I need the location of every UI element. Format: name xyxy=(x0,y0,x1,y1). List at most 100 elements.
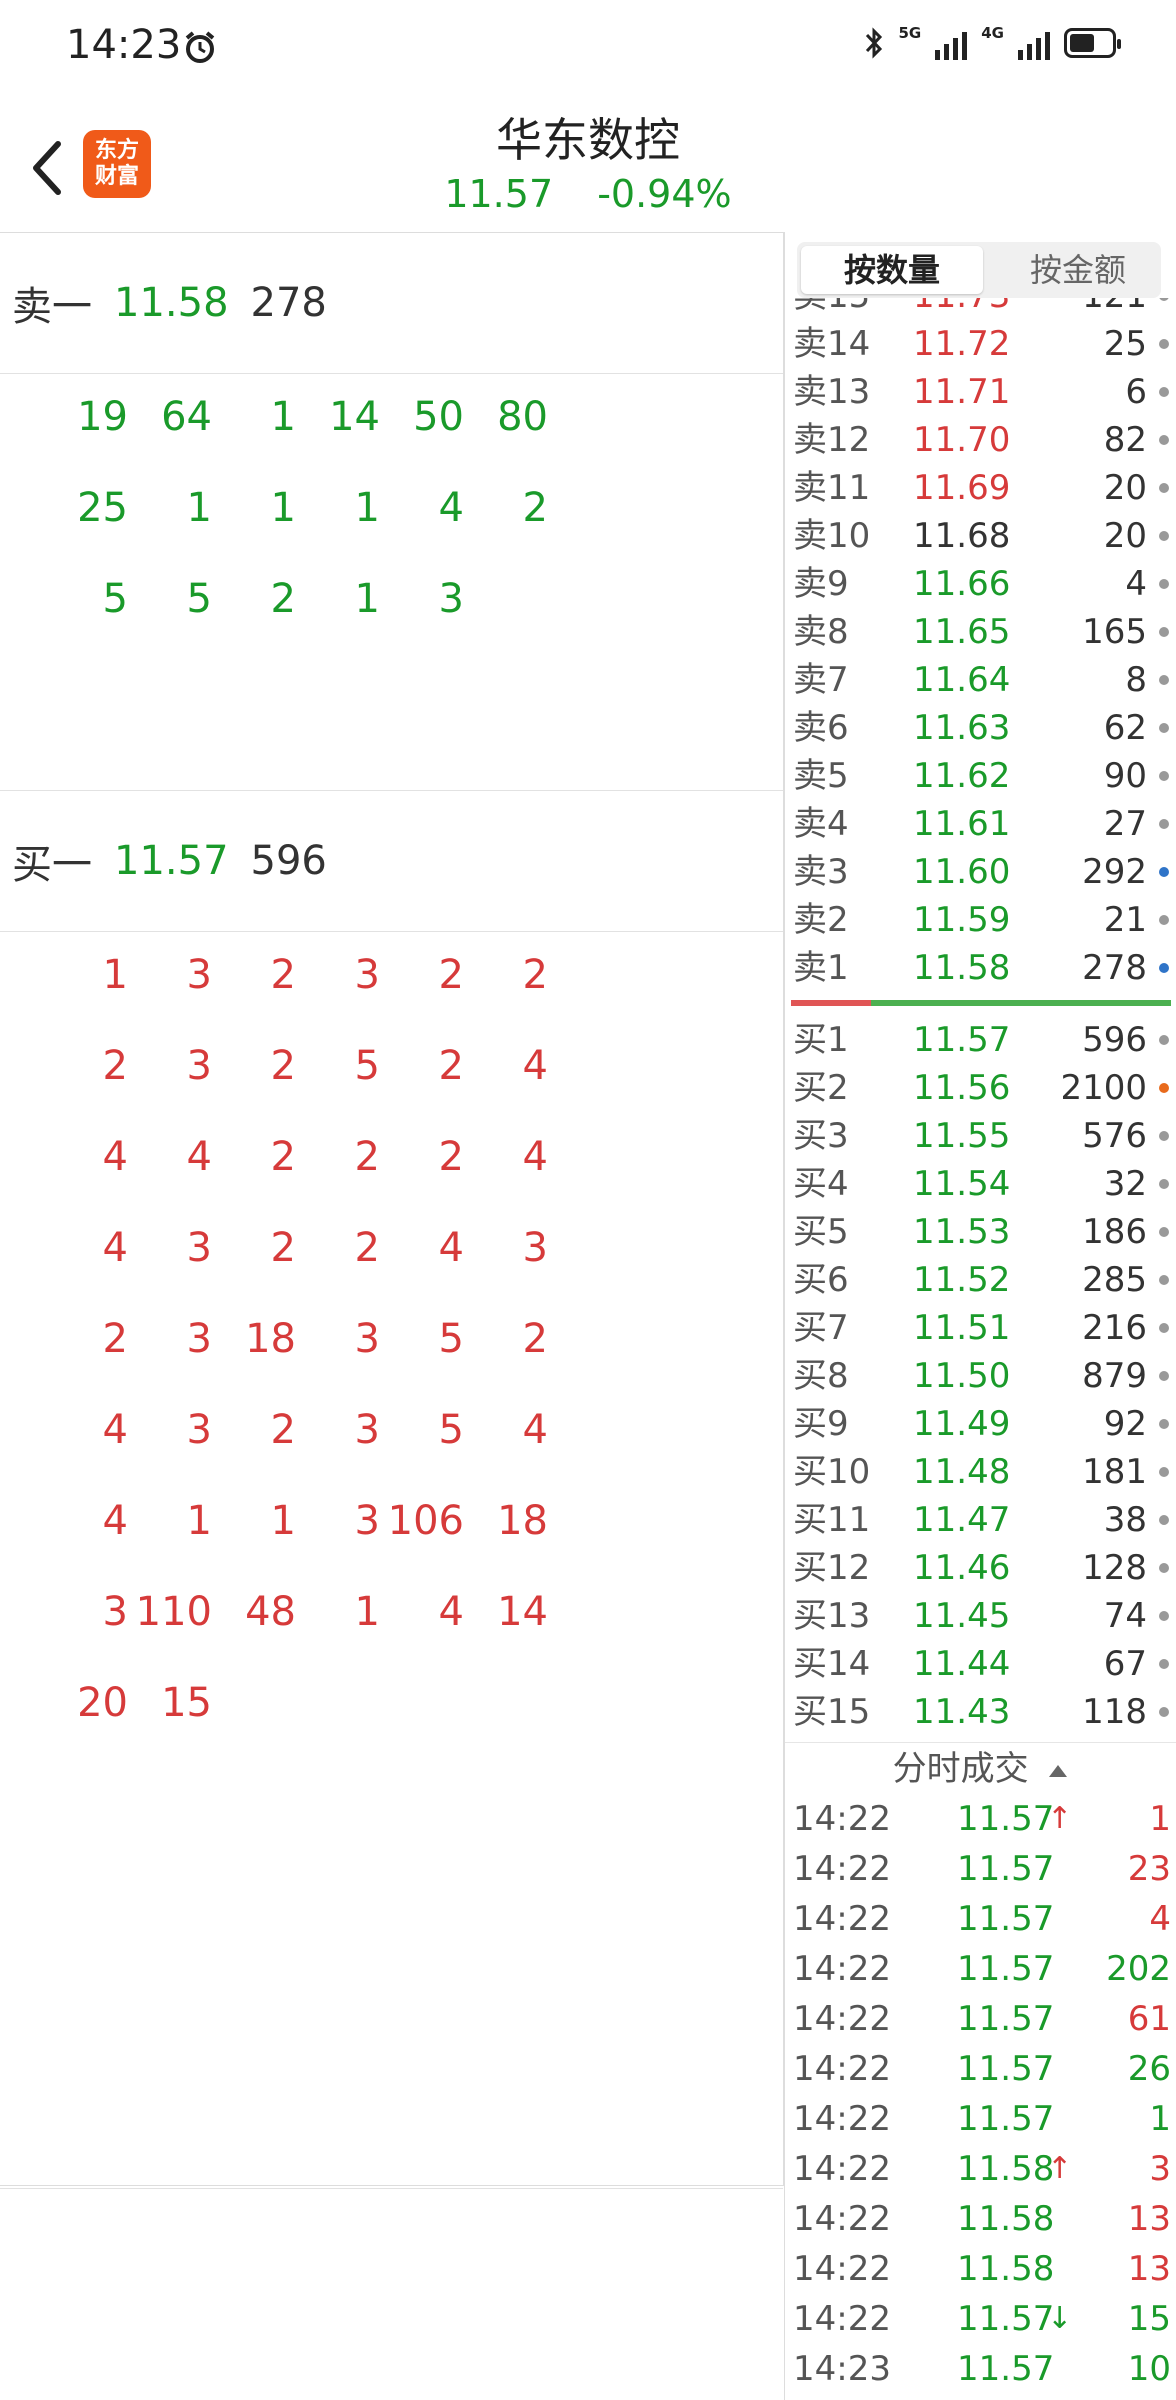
tick-price: 11.57 xyxy=(957,1949,1055,1989)
ask-row[interactable]: 卖10 11.68 20 xyxy=(785,512,1176,560)
ask-row[interactable]: 卖12 11.70 82 xyxy=(785,416,1176,464)
bid-row[interactable]: 买6 11.52 285 xyxy=(785,1256,1176,1304)
level-volume: 90 xyxy=(1103,756,1147,796)
level-label: 买9 xyxy=(793,1404,849,1444)
level-price: 11.55 xyxy=(913,1116,1011,1156)
bid-row[interactable]: 买4 11.54 32 xyxy=(785,1160,1176,1208)
tick-direction-icon: ↑ xyxy=(1047,1801,1073,1836)
tick-volume: 1 xyxy=(1149,2099,1171,2139)
ask-row[interactable]: 卖9 11.66 4 xyxy=(785,560,1176,608)
ask-row[interactable]: 卖15 11.73 121 xyxy=(785,298,1176,320)
level-price: 11.64 xyxy=(913,660,1011,700)
level-label: 卖5 xyxy=(793,756,849,796)
level-label: 卖7 xyxy=(793,660,849,700)
level-volume: 32 xyxy=(1103,1164,1147,1204)
bid-ratio-bar xyxy=(871,1000,1171,1006)
ask-row[interactable]: 卖7 11.64 8 xyxy=(785,656,1176,704)
tick-time: 14:22 xyxy=(793,1999,891,2039)
level-price: 11.73 xyxy=(913,298,1010,320)
level-volume: 128 xyxy=(1082,1548,1147,1588)
level-label: 卖15 xyxy=(793,298,870,320)
level-dot-icon xyxy=(1159,1227,1169,1237)
bid-row[interactable]: 买10 11.48 181 xyxy=(785,1448,1176,1496)
ask-row[interactable]: 卖3 11.60 292 xyxy=(785,848,1176,896)
battery-icon xyxy=(1064,28,1121,58)
tab-by-volume[interactable]: 按数量 xyxy=(801,246,983,294)
sell-queue-grid: 19 64 1 14 50 80 25 1 1 1 4 2 5 5 2 1 3 xyxy=(0,374,783,791)
tick-price: 11.57 xyxy=(957,2099,1055,2139)
buy-queue-price: 11.57 xyxy=(114,838,229,884)
tick-direction-icon: ↑ xyxy=(1047,2151,1073,2186)
bid-row[interactable]: 买3 11.55 576 xyxy=(785,1112,1176,1160)
tick-row: 14:22 11.57 23 xyxy=(785,1844,1176,1894)
level-label: 买3 xyxy=(793,1116,849,1156)
sell-queue-price: 11.58 xyxy=(114,280,229,326)
level-price: 11.49 xyxy=(913,1404,1011,1444)
level-price: 11.71 xyxy=(913,372,1011,412)
level-price: 11.70 xyxy=(913,420,1011,460)
bid-row[interactable]: 买2 11.56 2100 xyxy=(785,1064,1176,1112)
ask-row[interactable]: 卖4 11.61 27 xyxy=(785,800,1176,848)
level-price: 11.58 xyxy=(913,948,1011,988)
ask-row[interactable]: 卖2 11.59 21 xyxy=(785,896,1176,944)
level-price: 11.48 xyxy=(913,1452,1011,1492)
level-volume: 216 xyxy=(1082,1308,1147,1348)
bid-row[interactable]: 买5 11.53 186 xyxy=(785,1208,1176,1256)
ask-row[interactable]: 卖13 11.71 6 xyxy=(785,368,1176,416)
tick-row: 14:22 11.58 ↑ 3 xyxy=(785,2144,1176,2194)
level-dot-icon xyxy=(1159,1083,1169,1093)
network-4g-label: 4G xyxy=(981,24,1004,42)
tick-volume: 10 xyxy=(1127,2349,1171,2389)
ask-row[interactable]: 卖14 11.72 25 xyxy=(785,320,1176,368)
level-label: 买8 xyxy=(793,1356,849,1396)
level-volume: 2100 xyxy=(1060,1068,1147,1108)
bid-row[interactable]: 买12 11.46 128 xyxy=(785,1544,1176,1592)
level-volume: 25 xyxy=(1103,324,1147,364)
level-label: 买11 xyxy=(793,1500,871,1540)
tick-time: 14:22 xyxy=(793,2099,891,2139)
bid-row[interactable]: 买14 11.44 67 xyxy=(785,1640,1176,1688)
bid-row[interactable]: 买11 11.47 38 xyxy=(785,1496,1176,1544)
ticks-header[interactable]: 分时成交 xyxy=(785,1742,1176,1795)
queue-order-size: 3 xyxy=(438,576,464,622)
order-book-list[interactable]: 卖1511.73121卖1411.7225卖1311.716卖1211.7082… xyxy=(785,298,1176,1742)
tick-time: 14:22 xyxy=(793,1799,891,1839)
ask-row[interactable]: 卖11 11.69 20 xyxy=(785,464,1176,512)
network-5g-label: 5G xyxy=(898,24,922,42)
tick-volume: 15 xyxy=(1127,2299,1171,2339)
ask-row[interactable]: 卖8 11.65 165 xyxy=(785,608,1176,656)
tick-price: 11.57 xyxy=(957,1849,1055,1889)
level-price: 11.62 xyxy=(913,756,1011,796)
level-price: 11.60 xyxy=(913,852,1011,892)
bid-row[interactable]: 买7 11.51 216 xyxy=(785,1304,1176,1352)
bid-row[interactable]: 买1 11.57 596 xyxy=(785,1016,1176,1064)
tick-price: 11.57 xyxy=(957,2299,1055,2339)
bid-row[interactable]: 买13 11.45 74 xyxy=(785,1592,1176,1640)
ask-row[interactable]: 卖1 11.58 278 xyxy=(785,944,1176,992)
book-mode-toggle: 按数量 按金额 xyxy=(797,242,1161,298)
level-label: 卖12 xyxy=(793,420,871,460)
tab-by-amount[interactable]: 按金额 xyxy=(987,246,1169,294)
tick-time: 14:22 xyxy=(793,2299,891,2339)
tick-time: 14:22 xyxy=(793,2049,891,2089)
level-dot-icon xyxy=(1159,579,1169,589)
ask-row[interactable]: 卖5 11.62 90 xyxy=(785,752,1176,800)
signal-icon-2 xyxy=(1018,26,1050,60)
level-price: 11.46 xyxy=(913,1548,1011,1588)
level-dot-icon xyxy=(1159,867,1169,877)
tick-price: 11.57 xyxy=(957,2049,1055,2089)
tick-price: 11.57 xyxy=(957,1999,1055,2039)
tick-price: 11.58 xyxy=(957,2199,1055,2239)
level-label: 买2 xyxy=(793,1068,849,1108)
bid-row[interactable]: 买9 11.49 92 xyxy=(785,1400,1176,1448)
level-dot-icon xyxy=(1159,1275,1169,1285)
bid-row[interactable]: 买8 11.50 879 xyxy=(785,1352,1176,1400)
level-price: 11.53 xyxy=(913,1212,1011,1252)
level-volume: 121 xyxy=(1082,298,1147,320)
tick-row: 14:22 11.57 26 xyxy=(785,2044,1176,2094)
tick-time: 14:22 xyxy=(793,1899,891,1939)
level-dot-icon xyxy=(1159,1131,1169,1141)
ask-row[interactable]: 卖6 11.63 62 xyxy=(785,704,1176,752)
bid-row[interactable]: 买15 11.43 118 xyxy=(785,1688,1176,1736)
sell-queue-header: 卖一 11.58 278 xyxy=(0,233,783,374)
